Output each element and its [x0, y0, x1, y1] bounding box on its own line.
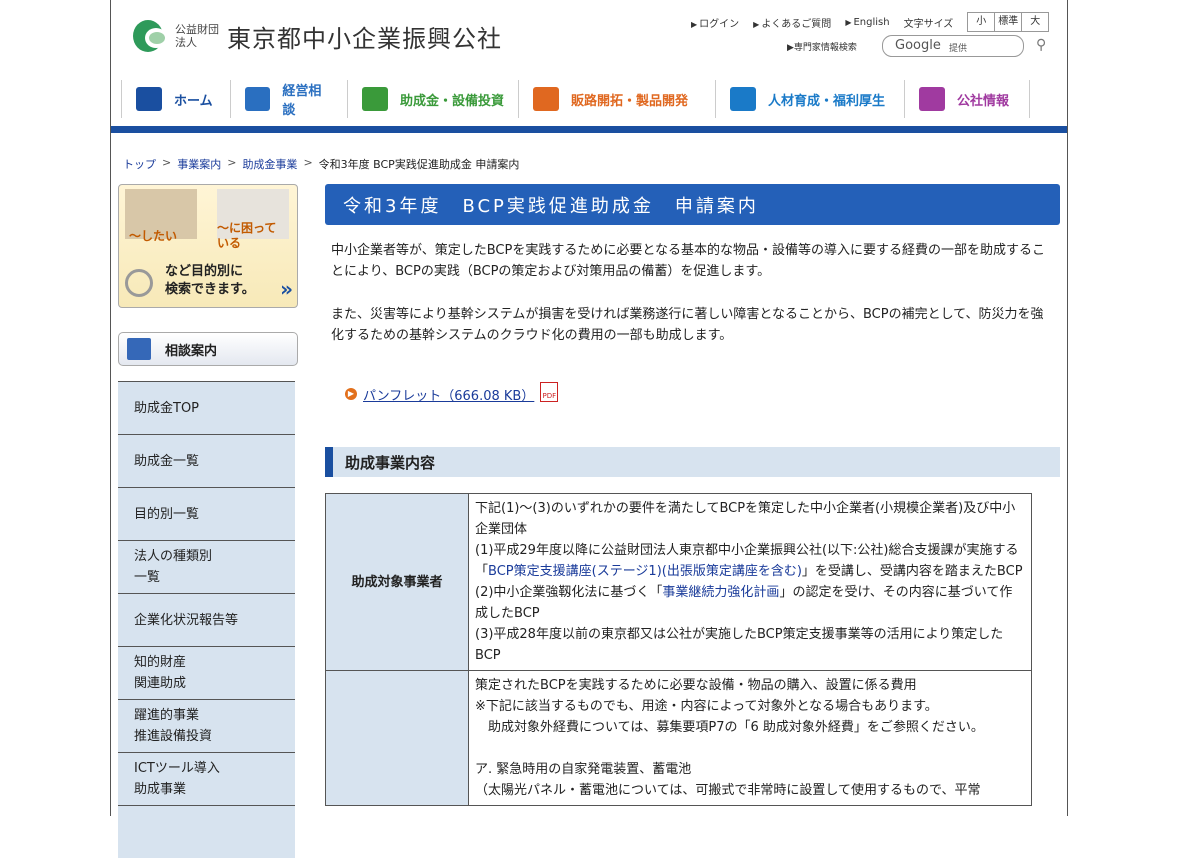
banner-text-trouble: ～に困って いる: [217, 221, 277, 250]
sidebar-item-status-report[interactable]: 企業化状況報告等: [118, 593, 295, 646]
sidebar-item-by-corp-type[interactable]: 法人の種類別 一覧: [118, 540, 295, 593]
expert-search-link[interactable]: ▶専門家情報検索: [787, 40, 857, 53]
table-row: 助成対象事業者 下記(1)～(3)のいずれかの要件を満たしてBCPを策定した中小…: [325, 493, 1032, 671]
login-link[interactable]: ▶ ログイン: [691, 15, 739, 30]
font-size-switcher: 小 標準 大: [967, 12, 1050, 32]
utility-nav: ▶ ログイン ▶ よくあるご質問 ▶ English 文字サイズ 小 標準 大: [691, 12, 1050, 32]
banner-text-search: など目的別に 検索できます。: [165, 264, 255, 297]
pamphlet-download: ▶ パンフレット（666.08 KB） PDF: [345, 382, 559, 404]
faq-link[interactable]: ▶ よくあるご質問: [753, 15, 831, 30]
font-size-large-button[interactable]: 大: [1022, 13, 1048, 31]
chevron-right-icon: >: [162, 156, 172, 169]
chevron-right-icon: >: [303, 156, 313, 169]
font-size-normal-button[interactable]: 標準: [995, 13, 1023, 31]
handshake-icon: [533, 87, 559, 111]
row-header-eligible: 助成対象事業者: [325, 493, 469, 671]
bullet-arrow-icon: ▶: [345, 388, 357, 400]
arrow-right-icon: ▶: [691, 19, 698, 29]
pdf-icon: PDF: [540, 382, 559, 402]
table-row: 策定されたBCPを実践するために必要な設備・物品の購入、設置に係る費用 ※下記に…: [325, 670, 1032, 806]
purpose-search-banner[interactable]: ～したい ～に困って いる など目的別に 検索できます。 »: [118, 184, 298, 308]
arrow-right-icon: ▶: [787, 43, 794, 53]
consulting-icon: [245, 87, 271, 111]
nav-about[interactable]: 公社情報: [905, 80, 1030, 118]
font-size-label: 文字サイズ: [903, 18, 954, 30]
document-icon: [362, 87, 388, 111]
banner-text-want: ～したい: [129, 229, 178, 243]
consultation-label: 相談案内: [165, 343, 218, 359]
row-header-expense: [325, 670, 469, 806]
sidebar-item-equipment[interactable]: 躍進的事業 推進設備投資: [118, 699, 295, 752]
people-icon: [730, 87, 756, 111]
logo-mark-icon: [131, 18, 167, 54]
header-divider: [111, 126, 1067, 133]
org-name: 東京都中小企業振興公社: [227, 24, 502, 53]
arrow-right-icon: ▶: [845, 17, 852, 27]
chevron-right-icon: >: [227, 156, 237, 169]
home-icon: [136, 87, 162, 111]
search-brand-suffix: 提供: [949, 44, 968, 54]
consultation-icon: [127, 338, 151, 360]
magnifier-icon: [125, 269, 153, 297]
cloud-paragraph: また、災害等により基幹システムが損害を受ければ業務遂行に著しい障害となることから…: [331, 307, 1044, 343]
expense-cell: 策定されたBCPを実践するために必要な設備・物品の購入、設置に係る費用 ※下記に…: [468, 670, 1032, 806]
global-nav: ホーム 経営相談 助成金・設備投資 販路開拓・製品開発 人材育成・福利厚生 公社…: [121, 80, 1051, 120]
org-type: 公益財団法人: [175, 23, 219, 49]
site-logo[interactable]: 公益財団法人 東京都中小企業振興公社: [131, 18, 502, 54]
nav-hr[interactable]: 人材育成・福利厚生: [716, 80, 905, 118]
nav-consulting[interactable]: 経営相談: [231, 80, 348, 118]
sidebar-item-by-purpose[interactable]: 目的別一覧: [118, 487, 295, 540]
english-link[interactable]: ▶ English: [845, 17, 889, 28]
double-chevron-right-icon: »: [280, 277, 293, 301]
continuity-plan-link[interactable]: 事業継続力強化計画: [662, 585, 779, 600]
bcp-course-link[interactable]: BCP策定支援講座(ステージ1)(出張版策定講座を含む): [488, 564, 802, 579]
site-search-input[interactable]: Google 提供: [882, 35, 1024, 57]
search-icon[interactable]: ⚲: [1036, 37, 1046, 53]
sidebar-item-ip[interactable]: 知的財産 関連助成: [118, 646, 295, 699]
sidebar-item-subsidy-top[interactable]: 助成金TOP: [118, 381, 295, 434]
breadcrumb: トップ > 事業案内 > 助成金事業 > 令和3年度 BCP実践促進助成金 申請案内: [123, 156, 519, 172]
sidebar-item-ict[interactable]: ICTツール導入 助成事業: [118, 752, 295, 805]
page-title: 令和3年度 BCP実践促進助成金 申請案内: [325, 184, 1060, 225]
pamphlet-link[interactable]: パンフレット（666.08 KB）: [363, 385, 534, 404]
sidebar-item-more[interactable]: [118, 805, 295, 858]
breadcrumb-current: 令和3年度 BCP実践促進助成金 申請案内: [318, 158, 520, 171]
page-frame: 公益財団法人 東京都中小企業振興公社 ▶ ログイン ▶ よくあるご質問 ▶ Engli…: [110, 0, 1068, 858]
arrow-right-icon: ▶: [753, 19, 760, 29]
nav-sales[interactable]: 販路開拓・製品開発: [519, 80, 716, 118]
breadcrumb-subsidy[interactable]: 助成金事業: [242, 156, 297, 172]
intro-paragraph: 中小企業者等が、策定したBCPを実践するために必要となる基本的な物品・設備等の導…: [331, 243, 1045, 279]
sidebar-item-subsidy-list[interactable]: 助成金一覧: [118, 434, 295, 487]
nav-subsidy[interactable]: 助成金・設備投資: [348, 80, 519, 118]
consultation-guide-button[interactable]: 相談案内: [118, 332, 298, 366]
subsidy-details-table: 助成対象事業者 下記(1)～(3)のいずれかの要件を満たしてBCPを策定した中小…: [325, 493, 1032, 806]
search-brand: Google: [895, 38, 941, 53]
breadcrumb-business[interactable]: 事業案内: [177, 156, 221, 172]
font-size-small-button[interactable]: 小: [968, 13, 996, 31]
building-icon: [919, 87, 945, 111]
breadcrumb-top[interactable]: トップ: [123, 156, 156, 172]
sidebar-menu: 助成金TOP 助成金一覧 目的別一覧 法人の種類別 一覧 企業化状況報告等 知的…: [118, 381, 295, 858]
eligible-cell: 下記(1)～(3)のいずれかの要件を満たしてBCPを策定した中小企業者(小規模企…: [468, 493, 1032, 671]
section-heading: 助成事業内容: [325, 447, 1060, 477]
nav-home[interactable]: ホーム: [121, 80, 231, 118]
